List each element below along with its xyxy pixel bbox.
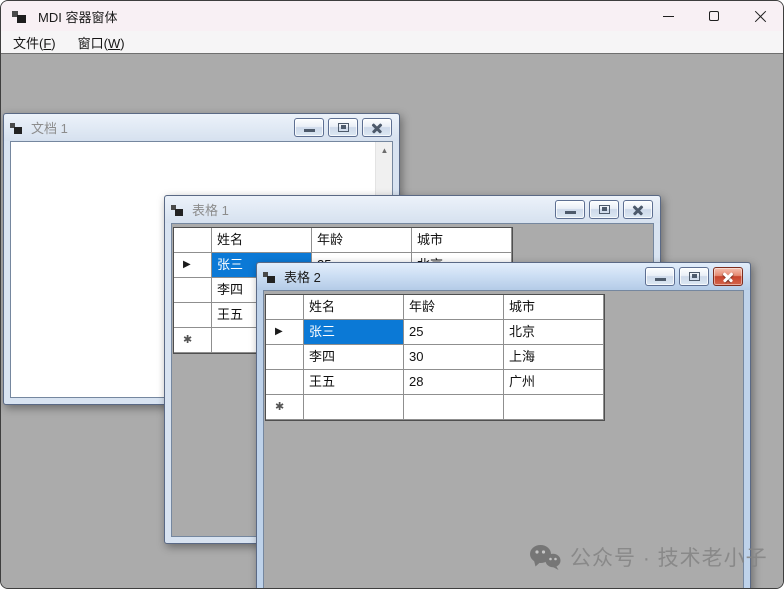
close-button[interactable]	[713, 267, 743, 286]
close-icon	[754, 10, 767, 23]
menu-item-window[interactable]: 窗口(W)	[68, 31, 135, 54]
cell-empty[interactable]	[404, 395, 504, 420]
document1-caption-buttons	[294, 118, 392, 137]
cell[interactable]: 30	[404, 345, 504, 370]
new-row-header[interactable]: ✱	[174, 328, 212, 353]
close-button[interactable]	[623, 200, 653, 219]
close-icon	[722, 272, 734, 282]
cell[interactable]: 北京	[504, 320, 604, 345]
cell-empty[interactable]	[304, 395, 404, 420]
table1-caption-buttons	[555, 200, 653, 219]
cell[interactable]: 上海	[504, 345, 604, 370]
cell[interactable]: 25	[404, 320, 504, 345]
table1-title: 表格 1	[192, 200, 555, 219]
app-caption-buttons	[645, 1, 783, 31]
maximize-icon	[338, 123, 349, 132]
current-row-arrow-icon: ▶	[275, 327, 283, 337]
maximize-button[interactable]	[691, 1, 737, 31]
close-button[interactable]	[362, 118, 392, 137]
table-row: ▶ 张三 25 北京	[266, 320, 604, 345]
minimize-icon	[565, 211, 576, 214]
minimize-icon	[304, 129, 315, 132]
table-row: 李四 30 上海	[266, 345, 604, 370]
maximize-icon	[709, 11, 719, 21]
table2-window: 表格 2 姓名 年龄 城市 ▶ 张三	[256, 262, 751, 589]
close-icon	[371, 123, 383, 133]
cell-empty[interactable]	[504, 395, 604, 420]
menu-window-label-close: )	[120, 36, 124, 51]
window-icon	[171, 203, 185, 217]
column-header-name[interactable]: 姓名	[212, 228, 312, 253]
row-header[interactable]	[266, 370, 304, 395]
app-title: MDI 容器窗体	[38, 7, 117, 26]
row-header-current[interactable]: ▶	[174, 253, 212, 278]
new-row-header[interactable]: ✱	[266, 395, 304, 420]
row-header[interactable]	[174, 303, 212, 328]
maximize-icon	[689, 272, 700, 281]
column-header-age[interactable]: 年龄	[404, 295, 504, 320]
watermark: 公众号 · 技术老小子	[529, 542, 768, 572]
data-grid-2: 姓名 年龄 城市 ▶ 张三 25 北京 李四 30 上海	[265, 294, 605, 421]
mdi-client-area: 文档 1 ▲ ▼ 表格 1	[1, 55, 784, 589]
minimize-icon	[663, 16, 674, 17]
table-row: 王五 28 广州	[266, 370, 604, 395]
menu-file-label: 文件(	[13, 36, 43, 51]
cell[interactable]: 广州	[504, 370, 604, 395]
table2-caption-buttons	[645, 267, 743, 286]
table2-title: 表格 2	[284, 267, 645, 286]
column-header-city[interactable]: 城市	[412, 228, 512, 253]
window-icon	[10, 121, 24, 135]
maximize-button[interactable]	[679, 267, 709, 286]
minimize-button[interactable]	[294, 118, 324, 137]
document1-title: 文档 1	[31, 118, 294, 137]
maximize-button[interactable]	[328, 118, 358, 137]
scroll-up-icon[interactable]: ▲	[376, 142, 393, 159]
maximize-button[interactable]	[589, 200, 619, 219]
menu-window-label: 窗口(	[78, 36, 108, 51]
maximize-icon	[599, 205, 610, 214]
new-row-marker-icon: ✱	[275, 402, 284, 413]
menubar: 文件(F) 窗口(W)	[1, 31, 783, 54]
menu-window-accesskey: W	[108, 36, 120, 51]
column-header-name[interactable]: 姓名	[304, 295, 404, 320]
new-row-marker-icon: ✱	[183, 335, 192, 346]
cell[interactable]: 李四	[304, 345, 404, 370]
minimize-button[interactable]	[645, 267, 675, 286]
wechat-icon	[529, 544, 561, 571]
new-row: ✱	[266, 395, 604, 420]
grid-corner-cell[interactable]	[266, 295, 304, 320]
mdi-main-window: MDI 容器窗体 文件(F) 窗口(W) 文档 1	[0, 0, 784, 589]
close-button[interactable]	[737, 1, 783, 31]
cell[interactable]: 28	[404, 370, 504, 395]
menu-file-label-close: )	[51, 36, 55, 51]
window-icon	[263, 270, 277, 284]
document1-titlebar[interactable]: 文档 1	[4, 114, 399, 141]
current-row-arrow-icon: ▶	[183, 260, 191, 270]
close-icon	[632, 205, 644, 215]
grid-corner-cell[interactable]	[174, 228, 212, 253]
watermark-text: 公众号 · 技术老小子	[570, 542, 768, 572]
grid-header-row: 姓名 年龄 城市	[174, 228, 512, 253]
cell[interactable]: 王五	[304, 370, 404, 395]
minimize-button[interactable]	[645, 1, 691, 31]
minimize-button[interactable]	[555, 200, 585, 219]
app-icon	[12, 8, 28, 24]
column-header-age[interactable]: 年龄	[312, 228, 412, 253]
cell-selected[interactable]: 张三	[304, 320, 404, 345]
row-header[interactable]	[174, 278, 212, 303]
minimize-icon	[655, 278, 666, 281]
grid-header-row: 姓名 年龄 城市	[266, 295, 604, 320]
app-titlebar[interactable]: MDI 容器窗体	[1, 1, 783, 31]
table2-titlebar[interactable]: 表格 2	[257, 263, 750, 290]
table1-titlebar[interactable]: 表格 1	[165, 196, 660, 223]
column-header-city[interactable]: 城市	[504, 295, 604, 320]
row-header-current[interactable]: ▶	[266, 320, 304, 345]
row-header[interactable]	[266, 345, 304, 370]
menu-item-file[interactable]: 文件(F)	[3, 31, 66, 54]
